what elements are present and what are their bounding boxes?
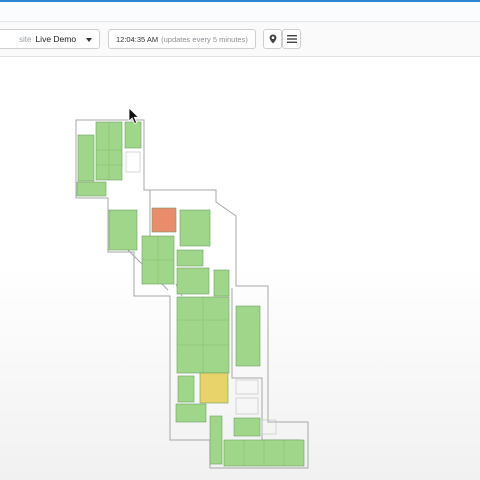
menu-button[interactable]: [282, 29, 301, 49]
zone-room[interactable]: [235, 305, 261, 367]
zone-room[interactable]: [77, 134, 95, 182]
zone-room[interactable]: [177, 375, 195, 403]
accent-stripe: [0, 0, 480, 2]
update-interval-note: (updates every 5 minutes): [161, 34, 248, 44]
zone-room[interactable]: [76, 181, 107, 197]
mouse-pointer-icon: [128, 107, 140, 125]
zone-room[interactable]: [176, 267, 210, 295]
zone-room[interactable]: [151, 207, 177, 233]
zone-room[interactable]: [179, 209, 211, 247]
zone-room[interactable]: [209, 415, 223, 465]
site-select-label: site: [19, 34, 32, 44]
zone-room[interactable]: [108, 209, 138, 251]
map-pin-icon: [269, 34, 276, 44]
site-select-value: Live Demo: [35, 34, 77, 44]
site-select[interactable]: site Live Demo: [0, 29, 100, 49]
zone-room[interactable]: [199, 372, 229, 404]
update-time-display: 12:04:35 AM (updates every 5 minutes): [108, 29, 256, 49]
zone-room[interactable]: [124, 121, 142, 149]
zone-room[interactable]: [175, 403, 207, 423]
chevron-down-icon: [86, 38, 92, 42]
location-button[interactable]: [263, 29, 282, 49]
hamburger-menu-icon: [286, 35, 297, 43]
floor-plan[interactable]: [70, 114, 320, 474]
current-time: 12:04:35 AM: [116, 34, 159, 44]
zone-room[interactable]: [233, 417, 261, 437]
browser-top-bar: [0, 0, 480, 22]
zone-room[interactable]: [176, 249, 204, 267]
zone-room[interactable]: [213, 269, 230, 297]
